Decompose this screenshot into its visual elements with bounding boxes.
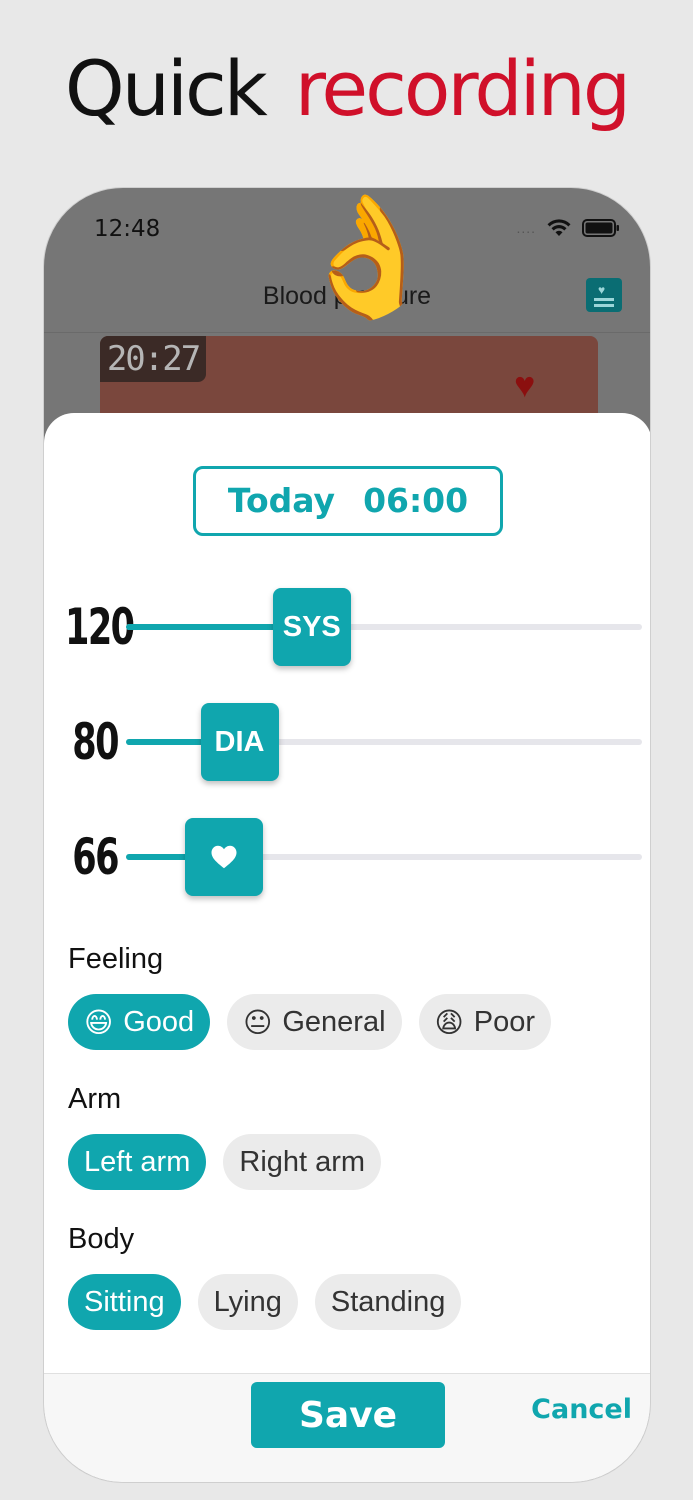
record-heart-icon: ♥ xyxy=(514,364,536,405)
bottom-bar: Save Cancel xyxy=(44,1373,650,1482)
status-icons: .... xyxy=(516,218,620,238)
neutral-face-icon: 😐 xyxy=(243,1006,273,1038)
date-time-picker[interactable]: Today 06:00 xyxy=(193,466,503,536)
sys-value: 120 xyxy=(64,598,135,656)
status-time: 12:48 xyxy=(94,216,161,242)
record-sheet: Today 06:00 120 SYS 80 DIA 66 Feeling 😄 xyxy=(44,413,650,1482)
ok-hand-icon: 👌 xyxy=(294,191,441,323)
heart-icon xyxy=(211,845,237,869)
cellular-signal-icon: .... xyxy=(516,220,536,236)
time-label: 06:00 xyxy=(363,481,469,520)
wifi-icon xyxy=(547,219,571,236)
chip-label: Right arm xyxy=(239,1145,366,1178)
grinning-face-icon: 😄 xyxy=(84,1006,114,1038)
body-option-standing[interactable]: Standing xyxy=(314,1274,462,1330)
arm-option-right[interactable]: Right arm xyxy=(223,1134,382,1190)
pulse-value: 66 xyxy=(72,828,119,886)
dia-thumb-label: DIA xyxy=(214,725,265,758)
dia-thumb[interactable]: DIA xyxy=(200,703,279,781)
arm-label: Arm xyxy=(68,1083,122,1115)
save-button[interactable]: Save xyxy=(251,1382,445,1448)
body-option-sitting[interactable]: Sitting xyxy=(68,1274,181,1330)
chip-label: Poor xyxy=(473,1005,535,1038)
feeling-label: Feeling xyxy=(68,943,164,975)
feeling-option-good[interactable]: 😄 Good xyxy=(68,994,211,1050)
arm-option-left[interactable]: Left arm xyxy=(68,1134,207,1190)
battery-icon xyxy=(582,219,619,237)
cancel-button[interactable]: Cancel xyxy=(531,1394,632,1425)
sys-thumb[interactable]: SYS xyxy=(272,588,351,666)
chip-label: Sitting xyxy=(84,1285,165,1318)
weary-face-icon: 😩 xyxy=(434,1006,464,1038)
dia-slider: 80 DIA xyxy=(44,702,650,782)
phone-frame: 12:48 .... Blood pressure ♥ 20:27 ♥ Toda… xyxy=(43,187,651,1483)
feeling-option-general[interactable]: 😐 General xyxy=(227,994,402,1050)
date-label: Today xyxy=(227,481,336,520)
feeling-options: 😄 Good 😐 General 😩 Poor xyxy=(68,994,551,1050)
chip-label: Standing xyxy=(330,1285,446,1318)
headline: Quick recording xyxy=(0,44,693,133)
chip-label: Good xyxy=(123,1005,195,1038)
pulse-thumb[interactable] xyxy=(185,818,264,896)
body-option-lying[interactable]: Lying xyxy=(197,1274,298,1330)
chip-label: Left arm xyxy=(84,1145,191,1178)
sys-slider: 120 SYS xyxy=(44,587,650,667)
body-label: Body xyxy=(68,1223,135,1255)
chip-label: Lying xyxy=(213,1285,282,1318)
nav-divider xyxy=(44,332,650,333)
sys-thumb-label: SYS xyxy=(282,610,341,643)
records-list-icon[interactable]: ♥ xyxy=(586,278,622,312)
dia-value: 80 xyxy=(72,713,119,771)
headline-word-quick: Quick xyxy=(64,44,268,133)
pulse-slider: 66 xyxy=(44,817,650,897)
chip-label: General xyxy=(282,1005,386,1038)
feeling-option-poor[interactable]: 😩 Poor xyxy=(418,994,551,1050)
arm-options: Left arm Right arm xyxy=(68,1134,382,1190)
record-time: 20:27 xyxy=(100,336,206,382)
body-options: Sitting Lying Standing xyxy=(68,1274,462,1330)
headline-word-recording: recording xyxy=(294,44,631,133)
